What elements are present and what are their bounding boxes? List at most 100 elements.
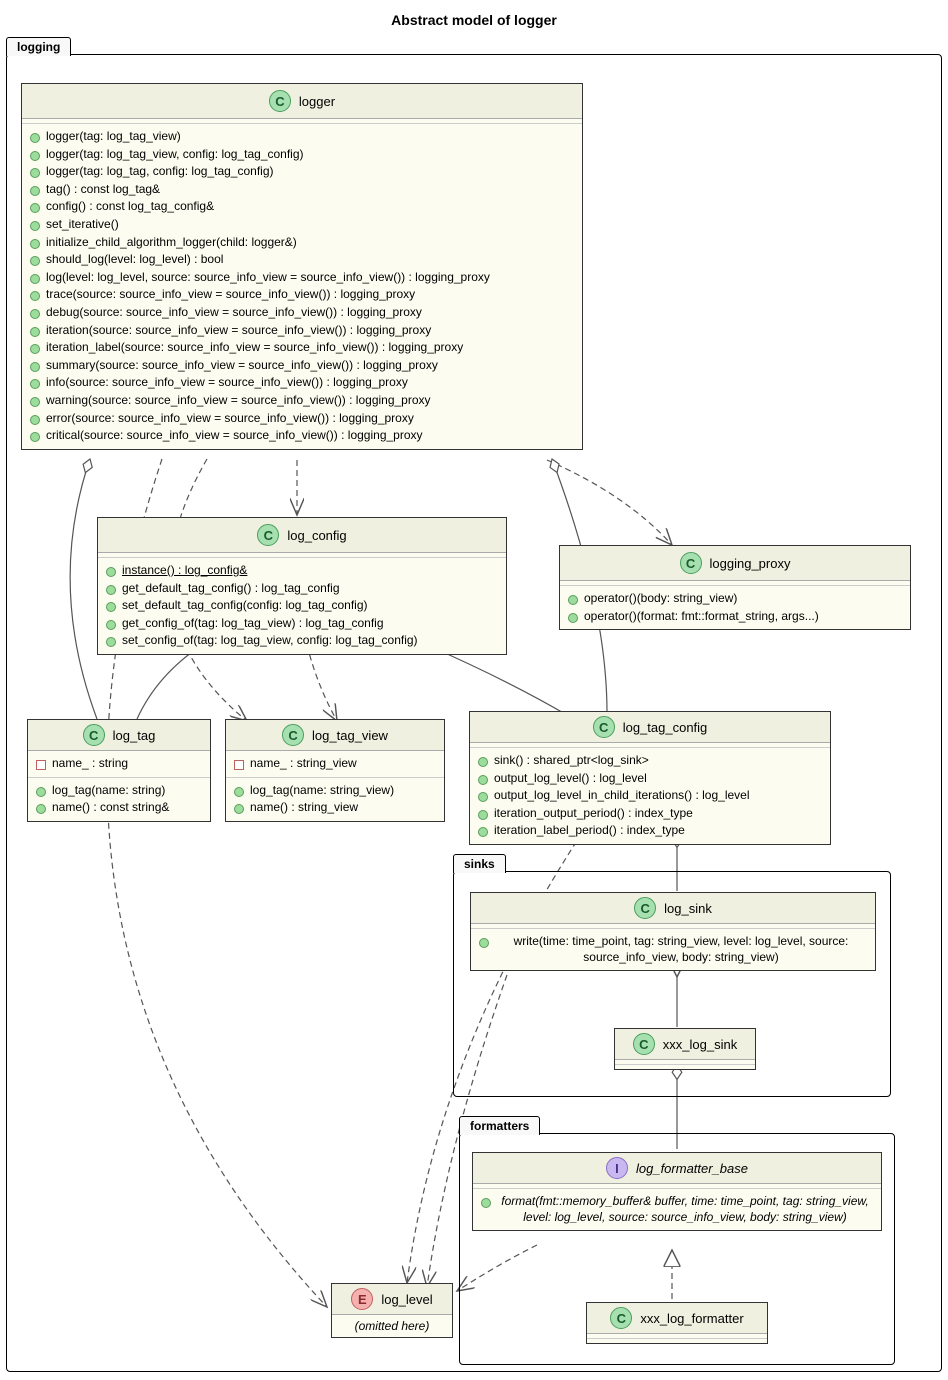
member-text: name() : string_view [250,800,358,816]
class-log-sink-header: C log_sink [471,893,875,924]
member-text: iteration_label_period() : index_type [494,823,685,839]
class-attribute: name_ : string_view [234,755,436,773]
class-method: log_tag(name: string_view) [234,782,436,800]
enum-icon: E [351,1288,373,1310]
class-icon: C [269,90,291,112]
visibility-icon [30,344,40,354]
class-xxx-log-formatter: C xxx_log_formatter [586,1302,768,1344]
class-logger-header: C logger [22,84,582,119]
class-log-tag: C log_tag name_ : string log_tag(name: s… [27,719,211,822]
member-text: debug(source: source_info_view = source_… [46,305,422,321]
visibility-icon [481,1198,491,1208]
class-log-formatter-base-name: log_formatter_base [636,1161,748,1176]
member-text: logger(tag: log_tag, config: log_tag_con… [46,164,274,180]
class-log-sink: C log_sink write(time: time_point, tag: … [470,892,876,971]
member-text: sink() : shared_ptr<log_sink> [494,753,649,769]
visibility-icon [234,787,244,797]
diagram-title: Abstract model of logger [0,0,948,36]
class-log-tag-view-name: log_tag_view [312,728,388,743]
visibility-icon [30,432,40,442]
visibility-icon [30,221,40,231]
class-method: instance() : log_config& [106,562,498,580]
class-log-level-header: E log_level [332,1284,452,1315]
visibility-icon [36,760,46,770]
class-method: sink() : shared_ptr<log_sink> [478,752,822,770]
class-method: config() : const log_tag_config& [30,198,574,216]
class-method: iteration_label(source: source_info_view… [30,339,574,357]
class-logging-proxy: C logging_proxy operator()(body: string_… [559,545,911,630]
member-text: format(fmt::memory_buffer& buffer, time:… [497,1194,873,1225]
class-method: logger(tag: log_tag_view, config: log_ta… [30,146,574,164]
member-text: operator()(body: string_view) [584,591,737,607]
visibility-icon [106,637,116,647]
package-logging: logging [6,54,942,1372]
visibility-icon [36,787,46,797]
class-logger: C logger logger(tag: log_tag_view)logger… [21,83,583,450]
visibility-icon [30,397,40,407]
visibility-icon [106,585,116,595]
visibility-icon [478,775,488,785]
class-log-config-name: log_config [287,528,346,543]
class-log-level-name: log_level [381,1292,432,1307]
class-xxx-log-sink: C xxx_log_sink [614,1028,756,1070]
class-method: log_tag(name: string) [36,782,202,800]
member-text: set_config_of(tag: log_tag_view, config:… [122,633,418,649]
visibility-icon [478,792,488,802]
visibility-icon [30,186,40,196]
member-text: logger(tag: log_tag_view, config: log_ta… [46,147,304,163]
visibility-icon [106,620,116,630]
visibility-icon [30,168,40,178]
class-xxx-log-formatter-name: xxx_log_formatter [640,1311,743,1326]
class-method: warning(source: source_info_view = sourc… [30,392,574,410]
class-method: initialize_child_algorithm_logger(child:… [30,234,574,252]
member-text: error(source: source_info_view = source_… [46,411,414,427]
package-sinks-tab: sinks [453,854,506,873]
visibility-icon [30,309,40,319]
visibility-icon [30,327,40,337]
class-method: write(time: time_point, tag: string_view… [479,933,867,966]
member-text: output_log_level_in_child_iterations() :… [494,788,750,804]
member-text: should_log(level: log_level) : bool [46,252,223,268]
class-logger-name: logger [299,94,335,109]
member-text: name_ : string_view [250,756,357,772]
class-log-formatter-base: I log_formatter_base format(fmt::memory_… [472,1152,882,1231]
class-method: trace(source: source_info_view = source_… [30,286,574,304]
class-method: set_default_tag_config(config: log_tag_c… [106,597,498,615]
visibility-icon [30,239,40,249]
package-sinks: sinks C log_sink write(time: time_point,… [453,871,891,1097]
visibility-icon [30,379,40,389]
class-method: iteration_output_period() : index_type [478,805,822,823]
member-text: name_ : string [52,756,128,772]
log-level-note: (omitted here) [355,1319,430,1333]
class-log-tag-name: log_tag [113,728,156,743]
class-log-sink-name: log_sink [664,901,712,916]
member-text: iteration_output_period() : index_type [494,806,693,822]
member-text: set_default_tag_config(config: log_tag_c… [122,598,368,614]
visibility-icon [479,938,489,948]
class-method: debug(source: source_info_view = source_… [30,304,574,322]
visibility-icon [234,760,244,770]
member-text: get_default_tag_config() : log_tag_confi… [122,581,340,597]
member-text: output_log_level() : log_level [494,771,647,787]
member-text: name() : const string& [52,800,169,816]
visibility-icon [568,613,578,623]
visibility-icon [36,804,46,814]
class-method: operator()(format: fmt::format_string, a… [568,608,902,626]
interface-icon: I [606,1157,628,1179]
visibility-icon [30,274,40,284]
member-text: get_config_of(tag: log_tag_view) : log_t… [122,616,384,632]
visibility-icon [478,757,488,767]
class-method: get_default_tag_config() : log_tag_confi… [106,580,498,598]
class-log-tag-view: C log_tag_view name_ : string_view log_t… [225,719,445,822]
class-icon: C [633,1033,655,1055]
class-attribute: name_ : string [36,755,202,773]
class-icon: C [593,716,615,738]
class-icon: C [282,724,304,746]
class-method: get_config_of(tag: log_tag_view) : log_t… [106,615,498,633]
member-text: iteration_label(source: source_info_view… [46,340,463,356]
class-log-tag-config-header: C log_tag_config [470,712,830,743]
class-logging-proxy-header: C logging_proxy [560,546,910,581]
visibility-icon [30,151,40,161]
class-method: iteration(source: source_info_view = sou… [30,322,574,340]
member-text: instance() : log_config& [122,563,247,579]
